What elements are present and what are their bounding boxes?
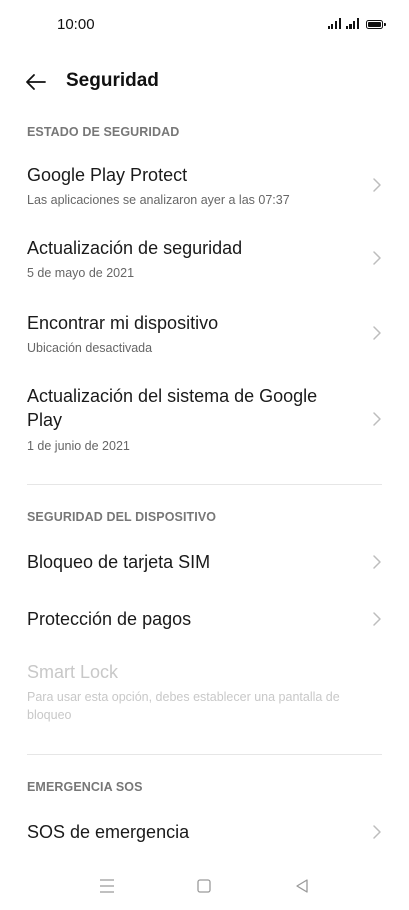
item-title: Actualización de seguridad (27, 238, 243, 258)
chevron-right-icon (373, 825, 381, 839)
list-item-security-update[interactable]: Actualización de seguridad 5 de mayo de … (0, 233, 409, 291)
chevron-right-icon (373, 251, 381, 265)
item-title: Protección de pagos (27, 609, 192, 629)
signal-2-icon (345, 18, 359, 29)
chevron-right-icon (373, 326, 381, 340)
app-header: Seguridad (0, 62, 409, 102)
battery-icon (366, 20, 386, 29)
list-item-google-play-protect[interactable]: Google Play Protect Las aplicaciones se … (0, 160, 409, 218)
chevron-right-icon (373, 612, 381, 626)
item-subtitle: 1 de junio de 2021 (27, 439, 130, 453)
section-divider (27, 754, 382, 755)
nav-menu-button[interactable] (95, 874, 119, 898)
chevron-right-icon (373, 555, 381, 569)
list-item-google-play-system-update[interactable]: Actualización del sistema de Google Play… (0, 382, 409, 460)
signal-1-icon (327, 18, 341, 29)
item-title: Smart Lock (27, 662, 119, 682)
nav-back-button[interactable] (290, 874, 314, 898)
list-item-emergency-sos[interactable]: SOS de emergencia (0, 818, 409, 848)
section-header-emergency-sos: EMERGENCIA SOS (27, 780, 143, 794)
item-title: Google Play Protect (27, 165, 188, 185)
section-divider (27, 484, 382, 485)
list-item-find-my-device[interactable]: Encontrar mi dispositivo Ubicación desac… (0, 308, 409, 366)
nav-home-button[interactable] (192, 874, 216, 898)
section-header-security-status: ESTADO DE SEGURIDAD (27, 125, 180, 139)
item-subtitle: Para usar esta opción, debes establecer … (27, 690, 340, 722)
chevron-right-icon (373, 178, 381, 192)
status-time: 10:00 (57, 16, 95, 33)
item-subtitle: 5 de mayo de 2021 (27, 266, 135, 280)
status-bar: 10:00 (0, 0, 409, 50)
item-title: Bloqueo de tarjeta SIM (27, 552, 211, 572)
item-title: Encontrar mi dispositivo (27, 313, 219, 333)
back-button[interactable] (22, 68, 50, 96)
status-icons (327, 18, 386, 29)
square-home-icon (197, 879, 211, 893)
page-title: Seguridad (66, 70, 159, 91)
item-subtitle: Ubicación desactivada (27, 341, 153, 355)
item-title: Actualización del sistema de Google Play (27, 386, 318, 430)
list-item-payment-protection[interactable]: Protección de pagos (0, 605, 409, 635)
section-header-device-security: SEGURIDAD DEL DISPOSITIVO (27, 510, 217, 524)
item-title: SOS de emergencia (27, 822, 190, 842)
arrow-left-icon (26, 74, 46, 90)
chevron-right-icon (373, 412, 381, 426)
item-subtitle: Las aplicaciones se analizaron ayer a la… (27, 193, 290, 207)
list-item-sim-lock[interactable]: Bloqueo de tarjeta SIM (0, 548, 409, 578)
system-nav-bar (0, 860, 409, 910)
list-item-smart-lock: Smart Lock Para usar esta opción, debes … (0, 660, 409, 730)
menu-icon (100, 879, 114, 893)
triangle-back-icon (296, 879, 308, 893)
